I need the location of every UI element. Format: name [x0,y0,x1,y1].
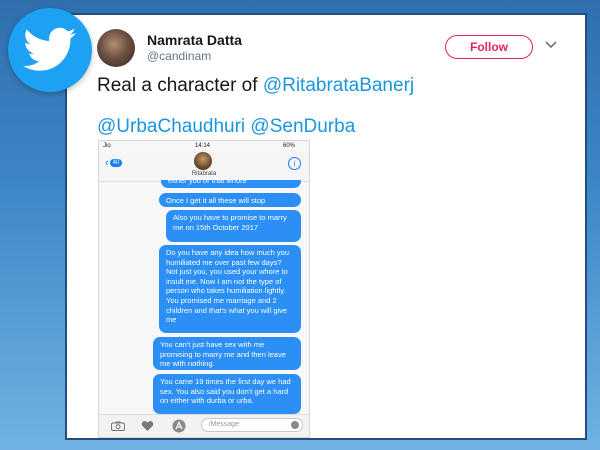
camera-icon[interactable] [111,421,125,431]
imessage-input[interactable]: iMessage [201,418,303,432]
mention-link[interactable]: @RitabrataBanerj [263,75,414,96]
unread-count-badge: 40 [109,159,123,168]
back-button[interactable]: ‹ 40 [105,157,123,169]
message-bubble: Do you have any idea how much you humili… [159,245,301,333]
chevron-down-icon[interactable] [545,41,557,49]
back-chevron-icon: ‹ [105,157,109,169]
mic-icon[interactable] [291,421,299,429]
display-name[interactable]: Namrata Datta [147,32,242,48]
user-handle[interactable]: @candinam [147,49,211,63]
avatar[interactable] [97,29,135,67]
message-bubble: You can't just have sex with me promisin… [153,337,301,370]
info-icon[interactable]: i [288,157,301,170]
message-bubble: You came 19 times the first day we had s… [153,374,301,414]
mention-link[interactable]: @SenDurba [250,116,355,137]
clock: 14:14 [195,143,211,149]
heart-icon[interactable] [141,421,154,432]
imessage-placeholder: iMessage [209,421,239,428]
follow-button[interactable]: Follow [445,35,533,59]
message-bubble: Once I get it all these will stop [159,193,301,207]
attached-screenshot[interactable]: Jio 14:14 60% ‹ 40 Ritabrata i either you… [98,140,310,438]
message-bubble: either you or that whore [161,176,301,188]
contact-avatar[interactable] [194,152,212,170]
message-bubble: Also you have to promise to marry me on … [166,210,301,242]
twitter-bird-icon [23,27,77,71]
tweet-text-prefix: Real a character of [97,75,263,96]
app-store-icon[interactable] [171,419,187,433]
tweet-card: Namrata Datta @candinam Follow Real a ch… [65,13,587,440]
battery: 60% [282,143,295,149]
message-composer: iMessage [99,414,309,437]
phone-status-bar: Jio 14:14 60% [99,141,309,151]
mention-link[interactable]: @UrbaChaudhuri [97,116,245,137]
tweet-text: Real a character of @RitabrataBanerj @Ur… [97,73,577,139]
twitter-logo-badge [8,8,92,92]
message-text: either you or that whore [168,176,247,185]
carrier: Jio [103,143,111,149]
